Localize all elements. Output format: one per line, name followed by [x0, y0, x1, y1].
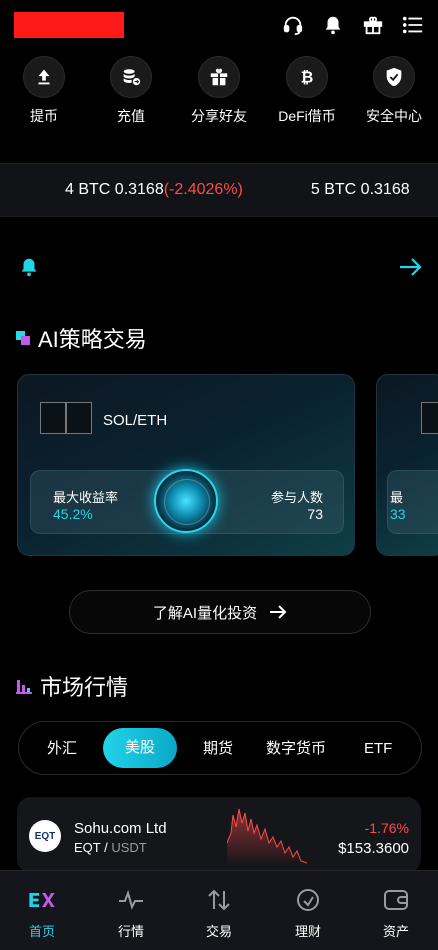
quick-action-share[interactable]: 分享好友: [177, 56, 261, 126]
stock-pair: EQT / USDT: [74, 840, 147, 855]
strategy-stats: 最 33: [387, 470, 438, 534]
market-section-title: 市场行情: [40, 675, 129, 700]
bar-chart-icon: [16, 680, 32, 694]
ai-section-header: AI策略交易: [16, 322, 147, 354]
ticker-change: (-2.4026%): [163, 181, 243, 198]
market-section-header: 市场行情: [16, 670, 128, 702]
pair-coin-images: [40, 402, 92, 434]
nav-label: 交易: [205, 924, 232, 939]
quick-action-label: 分享好友: [191, 108, 247, 124]
max-yield-label: 最大收益率: [53, 490, 119, 505]
quick-action-label: DeFi借币: [278, 108, 336, 124]
notice-bar[interactable]: [0, 250, 438, 286]
tab-futures[interactable]: 期货: [203, 734, 233, 764]
quick-action-label: 充值: [117, 108, 145, 124]
shield-icon: [373, 56, 415, 98]
ai-strategy-card-next[interactable]: 最 33: [376, 374, 438, 556]
notification-bell-icon[interactable]: [322, 14, 344, 36]
arrow-right-icon[interactable]: [398, 256, 424, 278]
ai-strategy-card[interactable]: SOL/ETH 最大收益率 45.2% 参与人数 73: [17, 374, 355, 556]
quick-action-security[interactable]: 安全中心: [352, 56, 436, 126]
gift-top-icon[interactable]: [362, 14, 384, 36]
max-yield-label: 最: [390, 490, 404, 505]
price-ticker: 4 BTC 0.3168(-2.4026%) 5 BTC 0.3168: [0, 163, 438, 217]
ai-strategy-icon: [16, 331, 30, 345]
ai-orb-icon: [154, 469, 218, 533]
tab-forex[interactable]: 外汇: [47, 734, 77, 764]
nav-label: 首页: [28, 924, 55, 939]
gift-icon: [198, 56, 240, 98]
nav-label: 理财: [294, 924, 321, 939]
ai-section-title: AI策略交易: [38, 327, 147, 352]
max-yield-value: 33: [390, 506, 406, 522]
nav-finance[interactable]: 理财: [278, 887, 338, 940]
participants-value: 73: [307, 506, 323, 522]
market-row[interactable]: EQT Sohu.com Ltd EQT / USDT -1.76% $153.…: [17, 797, 421, 873]
trade-arrows-icon: [208, 889, 230, 911]
quick-action-defi[interactable]: ₿ DeFi借币: [265, 56, 349, 126]
menu-icon[interactable]: [402, 14, 424, 36]
tab-etf[interactable]: ETF: [364, 734, 392, 764]
coin-image-placeholder: [66, 402, 92, 434]
ticker-item[interactable]: 4 BTC 0.3168(-2.4026%): [65, 181, 243, 199]
headset-icon[interactable]: [282, 14, 304, 36]
quick-action-deposit[interactable]: 充值: [89, 56, 173, 126]
stock-logo: EQT: [29, 820, 61, 852]
strategy-pair: SOL/ETH: [103, 412, 168, 429]
pair-coin-images: [421, 402, 438, 434]
tab-crypto[interactable]: 数字货币: [266, 734, 326, 764]
nav-label: 资产: [382, 924, 409, 939]
announcement-bell-icon: [21, 258, 37, 277]
tab-us-stocks[interactable]: 美股: [103, 728, 178, 768]
bottom-nav: 首页 行情 交易 理财 资产: [0, 870, 438, 950]
redacted-logo: [14, 12, 124, 38]
learn-button-label: 了解AI量化投资: [152, 604, 258, 622]
stock-name: Sohu.com Ltd: [74, 820, 167, 837]
top-icons: [282, 14, 424, 36]
nav-trade[interactable]: 交易: [189, 887, 249, 940]
market-tabs: 外汇 美股 期货 数字货币 ETF: [18, 721, 422, 775]
nav-assets[interactable]: 资产: [366, 887, 426, 940]
quick-action-withdraw[interactable]: 提币: [2, 56, 86, 126]
deposit-icon: [110, 56, 152, 98]
stock-price: $153.3600: [338, 840, 409, 857]
quick-action-label: 安全中心: [366, 108, 422, 124]
nav-label: 行情: [117, 924, 144, 939]
learn-ai-quant-button[interactable]: 了解AI量化投资: [69, 590, 371, 634]
top-bar: [0, 0, 438, 52]
quick-actions: 提币 充值 分享好友 ₿ DeFi借币 安全中心: [0, 56, 438, 136]
market-pulse-icon: [119, 889, 143, 910]
participants-label: 参与人数: [270, 490, 323, 505]
arrow-right-icon: [270, 605, 287, 619]
withdraw-icon: [23, 56, 65, 98]
bitcoin-icon: ₿: [286, 56, 328, 98]
finance-icon: [297, 889, 319, 911]
stock-change: -1.76%: [364, 820, 409, 836]
quick-action-label: 提币: [30, 108, 58, 124]
coin-image-placeholder: [40, 402, 66, 434]
home-logo-icon: [29, 893, 55, 907]
coin-image-placeholder: [421, 402, 438, 434]
svg-text:₿: ₿: [301, 69, 314, 87]
sparkline-chart: [227, 808, 307, 865]
max-yield-value: 45.2%: [53, 506, 93, 522]
ticker-item[interactable]: 5 BTC 0.3168: [311, 181, 410, 199]
nav-home[interactable]: 首页: [12, 887, 72, 940]
wallet-icon: [384, 890, 408, 910]
nav-market[interactable]: 行情: [101, 887, 161, 940]
